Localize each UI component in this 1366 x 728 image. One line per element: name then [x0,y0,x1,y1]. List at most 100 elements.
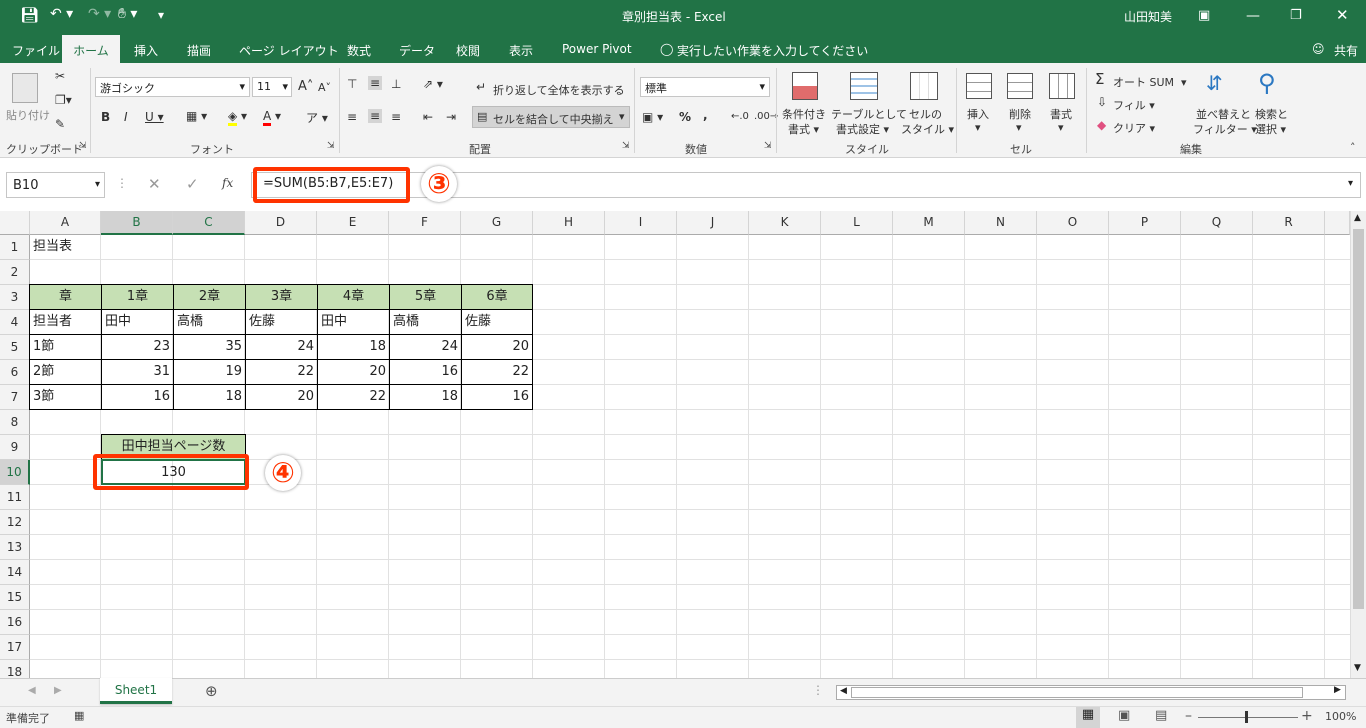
tab-draw[interactable]: 描画 [187,42,211,59]
cancel-icon[interactable]: ✕ [148,175,161,193]
formula-input[interactable]: ▾ [251,172,1361,198]
cell-a7[interactable]: 3節 [29,384,102,410]
autosum-button[interactable]: オート SUM ▾ [1113,74,1187,90]
row-header[interactable]: 8 [0,410,30,435]
column-header-partial[interactable] [1325,211,1350,235]
scroll-down-icon[interactable]: ▼ [1354,663,1361,673]
expand-formula-icon[interactable]: ▾ [1348,178,1353,189]
tab-power-pivot[interactable]: Power Pivot [562,42,632,56]
restore-icon[interactable]: ❐ [1290,8,1302,23]
cell-a5[interactable]: 1節 [29,334,102,360]
row-header[interactable]: 15 [0,585,30,610]
number-launcher-icon[interactable]: ⇲ [764,141,772,151]
cell-styles-label-2[interactable]: スタイル ▾ [901,121,954,137]
format-as-table-label-2[interactable]: 書式設定 ▾ [836,121,889,137]
column-header[interactable]: H [533,211,605,235]
row-header[interactable]: 4 [0,310,30,335]
row-header[interactable]: 7 [0,385,30,410]
select-all-corner[interactable] [0,211,30,235]
redo-icon[interactable]: ↷ ▾ [88,6,111,22]
format-as-table-icon[interactable] [850,72,878,100]
cell-e7[interactable]: 22 [317,384,390,410]
decrease-decimal-icon[interactable]: .00→ [754,111,778,122]
column-header[interactable]: N [965,211,1037,235]
conditional-formatting-label-2[interactable]: 書式 ▾ [788,121,819,137]
cell-c3[interactable]: 2章 [173,284,246,310]
find-select-icon[interactable]: ⚲ [1258,69,1276,97]
column-header[interactable]: D [245,211,317,235]
underline-button[interactable]: U ▾ [145,110,164,124]
italic-button[interactable]: I [124,110,128,124]
phonetic-icon[interactable]: ア ▾ [306,109,328,126]
insert-cells-button[interactable]: 挿入 [967,106,989,122]
zoom-out-icon[interactable]: – [1185,708,1192,724]
row-header[interactable]: 5 [0,335,30,360]
prev-sheet-icon[interactable]: ◀ [28,685,36,696]
tab-data[interactable]: データ [399,42,435,59]
horizontal-scroll-thumb[interactable] [851,687,1303,698]
page-layout-view-icon[interactable]: ▣ [1118,708,1130,723]
page-break-view-icon[interactable]: ▤ [1155,708,1167,723]
row-header[interactable]: 3 [0,285,30,310]
tab-formulas[interactable]: 数式 [347,42,371,59]
column-header[interactable]: R [1253,211,1325,235]
wrap-text-icon[interactable]: ↵ [476,80,486,94]
column-header[interactable]: Q [1181,211,1253,235]
vertical-scroll-thumb[interactable] [1353,229,1364,609]
column-header[interactable]: A [30,211,101,235]
shrink-font-icon[interactable]: A˅ [318,81,331,94]
alignment-launcher-icon[interactable]: ⇲ [622,141,630,151]
find-select-label-1[interactable]: 検索と [1255,106,1288,122]
zoom-in-icon[interactable]: + [1301,708,1313,724]
clipboard-launcher-icon[interactable]: ⇲ [79,141,87,151]
format-dropdown-icon[interactable]: ▾ [1058,121,1064,134]
cell-a1[interactable]: 担当表 [30,235,101,260]
sheet-tab-sheet1[interactable]: Sheet1 [100,678,172,704]
insert-cells-icon[interactable] [966,73,992,99]
zoom-slider-thumb[interactable] [1245,711,1248,723]
cell-styles-icon[interactable] [910,72,938,100]
cell-b3[interactable]: 1章 [101,284,174,310]
cell-e6[interactable]: 20 [317,359,390,385]
new-sheet-icon[interactable]: ⊕ [205,682,218,700]
row-header[interactable]: 12 [0,510,30,535]
cell-f7[interactable]: 18 [389,384,462,410]
delete-dropdown-icon[interactable]: ▾ [1016,121,1022,134]
cell-d5[interactable]: 24 [245,334,318,360]
format-cells-button[interactable]: 書式 [1050,106,1072,122]
increase-indent-icon[interactable]: ⇥ [446,110,456,124]
row-header[interactable]: 6 [0,360,30,385]
number-format-select[interactable]: 標準 ▾ [640,77,770,97]
cell-f3[interactable]: 5章 [389,284,462,310]
cell-b4[interactable]: 田中 [101,309,174,335]
row-header[interactable]: 1 [0,235,30,260]
tab-page-layout[interactable]: ページ レイアウト [239,42,339,59]
autosum-icon[interactable]: Σ [1095,70,1104,88]
orientation-icon[interactable]: ⇗ ▾ [423,77,443,91]
cell-d7[interactable]: 20 [245,384,318,410]
delete-cells-button[interactable]: 削除 [1009,106,1031,122]
align-bottom-icon[interactable]: ⊥ [391,77,401,91]
sort-filter-label-2[interactable]: フィルター ▾ [1193,121,1257,137]
insert-dropdown-icon[interactable]: ▾ [975,121,981,134]
cut-icon[interactable]: ✂ [55,69,65,83]
cell-e3[interactable]: 4章 [317,284,390,310]
paste-button[interactable]: 貼り付け [6,107,50,123]
row-header[interactable]: 16 [0,610,30,635]
currency-icon[interactable]: ▣ ▾ [642,110,663,124]
column-header[interactable]: P [1109,211,1181,235]
cell-e4[interactable]: 田中 [317,309,390,335]
cell-c4[interactable]: 高橋 [173,309,246,335]
fill-color-icon[interactable]: ◈ ▾ [228,109,247,126]
cell-a6[interactable]: 2節 [29,359,102,385]
worksheet-grid[interactable]: A B C D E F G H I J K L M N O P Q R 1 2 … [0,211,1366,678]
column-header[interactable]: K [749,211,821,235]
percent-icon[interactable]: % [679,110,691,124]
sort-filter-icon[interactable]: ⇵ [1206,71,1223,95]
merge-center-button[interactable]: ▤ セルを結合して中央揃え ▾ [472,106,630,128]
align-middle-icon[interactable]: ≡ [368,76,383,90]
row-header[interactable]: 9 [0,435,30,460]
scroll-right-icon[interactable]: ▶ [1334,685,1341,695]
fill-button[interactable]: フィル ▾ [1113,97,1155,113]
cell-a3[interactable]: 章 [29,284,102,310]
